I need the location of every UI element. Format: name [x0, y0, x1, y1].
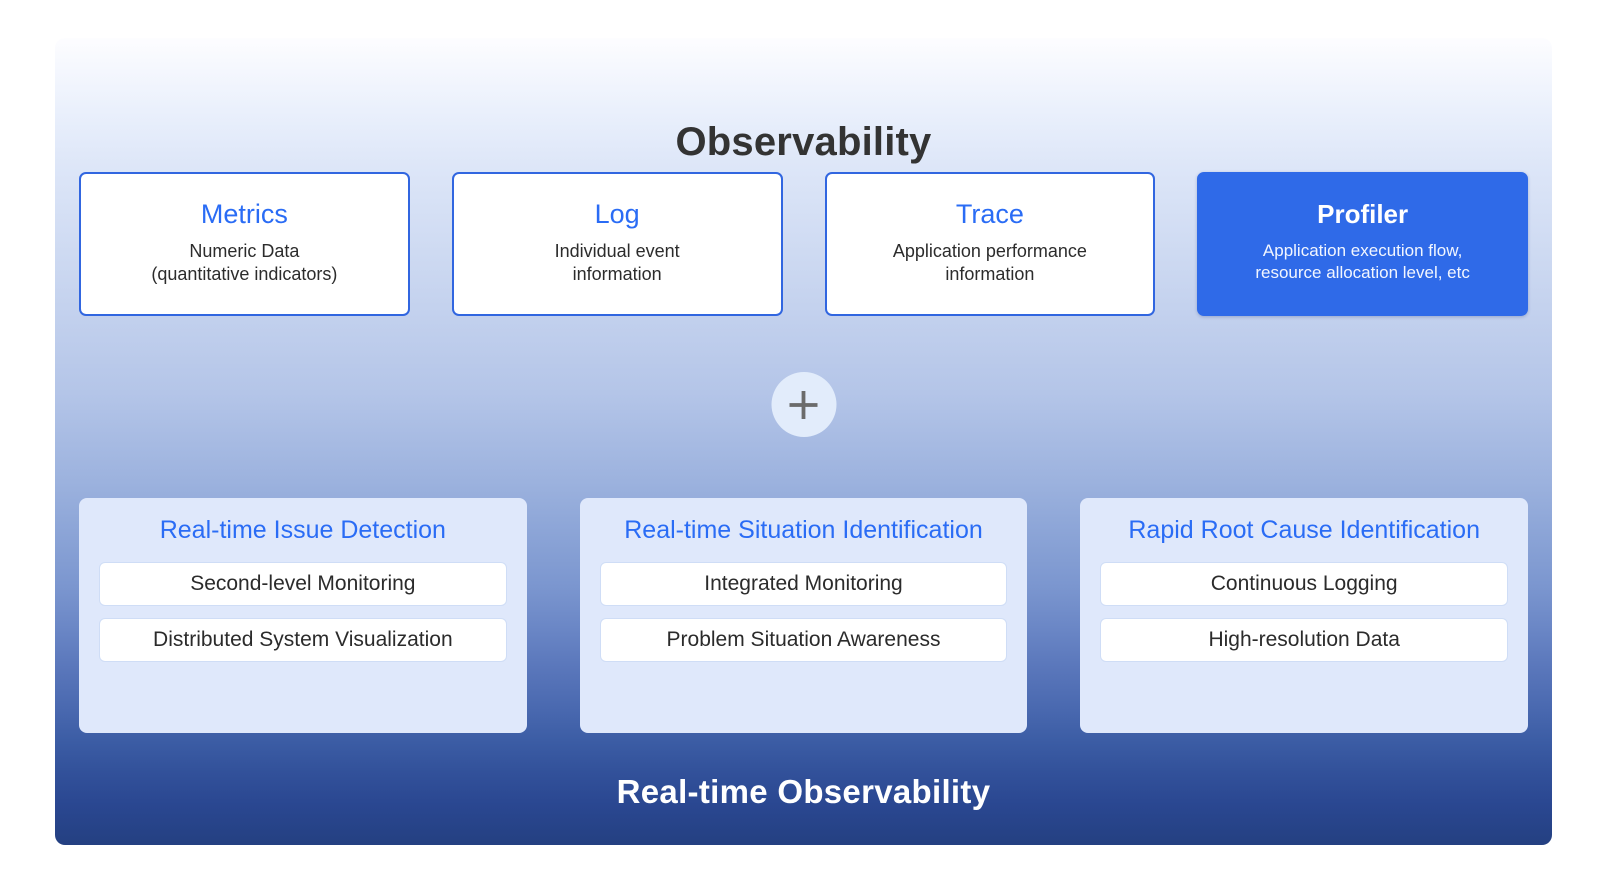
benefit-panel-real-time-situation-identification: Real-time Situation Identification Integ… [579, 498, 1028, 733]
benefit-item-list: Continuous Logging High-resolution Data [1100, 561, 1509, 662]
benefit-item[interactable]: Second-level Monitoring [99, 561, 507, 606]
benefit-item[interactable]: Distributed System Visualization [99, 617, 507, 662]
plus-icon [787, 388, 821, 422]
benefit-item[interactable]: High-resolution Data [1100, 617, 1509, 662]
pillar-title: Trace [955, 198, 1024, 229]
pillar-card-metrics[interactable]: Metrics Numeric Data (quantitative indic… [79, 172, 410, 316]
benefit-item-list: Second-level Monitoring Distributed Syst… [99, 561, 507, 662]
pillar-description: Numeric Data (quantitative indicators) [151, 241, 338, 284]
benefit-item[interactable]: Problem Situation Awareness [599, 617, 1008, 662]
benefit-title: Rapid Root Cause Identification [1128, 516, 1480, 544]
footer-banner-title: Real-time Observability [616, 773, 991, 810]
pillar-card-profiler[interactable]: Profiler Application execution flow, res… [1197, 172, 1528, 316]
pillar-title: Log [594, 198, 640, 229]
pillar-description: Application execution flow, resource all… [1255, 241, 1470, 282]
benefit-item[interactable]: Continuous Logging [1100, 561, 1509, 606]
benefit-panel-rapid-root-cause-identification: Rapid Root Cause Identification Continuo… [1080, 498, 1529, 733]
pillar-description: Individual event information [554, 241, 680, 284]
pillar-title: Profiler [1317, 199, 1409, 230]
plus-connector-badge [771, 372, 836, 437]
pillar-card-log[interactable]: Log Individual event information [451, 172, 783, 316]
pillar-card-trace[interactable]: Trace Application performance informatio… [824, 172, 1156, 316]
benefit-title: Real-time Situation Identification [624, 516, 983, 544]
observability-panel: Observability Metrics Numeric Data (quan… [55, 38, 1552, 845]
pillar-card-row: Metrics Numeric Data (quantitative indic… [79, 172, 1528, 316]
page-title: Observability [675, 120, 932, 164]
pillar-title: Metrics [200, 198, 288, 229]
diagram-canvas: Observability Metrics Numeric Data (quan… [0, 0, 1600, 879]
benefit-item[interactable]: Integrated Monitoring [599, 561, 1008, 606]
benefit-item-list: Integrated Monitoring Problem Situation … [599, 561, 1008, 662]
pillar-description: Application performance information [892, 241, 1087, 284]
benefit-panel-real-time-issue-detection: Real-time Issue Detection Second-level M… [79, 498, 527, 733]
benefit-title: Real-time Issue Detection [159, 516, 446, 544]
benefit-panel-row: Real-time Issue Detection Second-level M… [79, 498, 1529, 733]
